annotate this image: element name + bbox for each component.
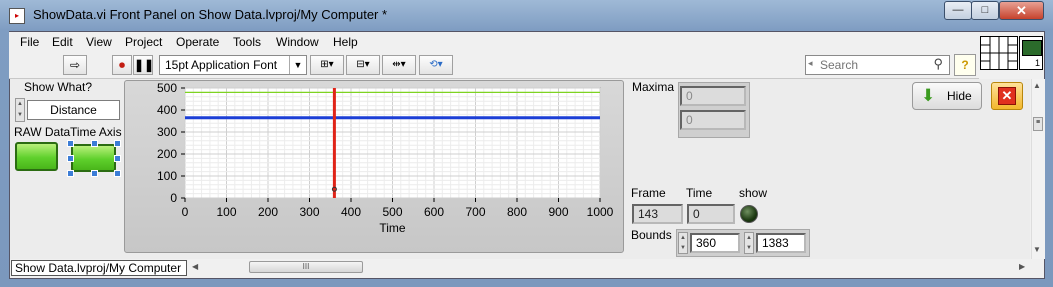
y-tick-label: 0 — [170, 191, 177, 205]
scroll-up-icon[interactable]: ▲ — [1033, 81, 1041, 90]
x-tick-label: 600 — [424, 205, 444, 219]
selection-handle[interactable] — [67, 140, 74, 147]
time-label: Time — [686, 186, 713, 200]
selection-handle[interactable] — [114, 155, 121, 162]
scroll-down-icon[interactable]: ▼ — [1033, 245, 1041, 254]
hide-button-label: Hide — [947, 89, 972, 103]
font-select-value: 15pt Application Font — [165, 58, 278, 72]
abort-icon[interactable]: ⏺ — [112, 55, 132, 75]
reorder-icon[interactable]: ⟲▾ — [419, 55, 453, 75]
array-index-arrows[interactable]: ▲ ▼ — [744, 232, 754, 254]
search-icon[interactable]: ⚲ — [933, 56, 943, 72]
font-select[interactable]: 15pt Application Font ▼ — [159, 55, 307, 75]
close-window-button[interactable]: ✕ — [999, 1, 1044, 20]
window-title: ShowData.vi Front Panel on Show Data.lvp… — [33, 7, 388, 22]
bounds-value-0[interactable]: 360 — [690, 233, 740, 253]
maxima-value-0: 0 — [680, 86, 746, 106]
x-tick-label: 1000 — [587, 205, 614, 219]
vi-icon[interactable]: 1 — [1019, 36, 1043, 70]
pause-icon[interactable]: ❚❚ — [133, 55, 154, 75]
labview-vi-icon[interactable]: ▸ — [9, 8, 25, 24]
maxima-label: Maxima — [632, 80, 675, 94]
menu-edit[interactable]: Edit — [52, 35, 73, 49]
x-tick-label: 300 — [299, 205, 319, 219]
vertical-scrollbar[interactable]: ▲ ≡ ▼ — [1031, 79, 1045, 259]
ring-increment-arrows[interactable]: ▲ ▼ — [15, 98, 25, 122]
connector-pane-icon[interactable] — [980, 36, 1018, 70]
menu-project[interactable]: Project — [125, 35, 162, 49]
menu-tools[interactable]: Tools — [233, 35, 261, 49]
scroll-left-icon[interactable]: ◀ — [192, 262, 198, 271]
y-tick-label: 500 — [157, 81, 177, 95]
graph-plot[interactable]: 0 100 200 300 400 500 600 700 800 900 1000 0 100 200 3… — [124, 80, 624, 253]
distribute-objects-icon[interactable]: ⊟▾ — [346, 55, 380, 75]
y-tick-label: 200 — [157, 147, 177, 161]
show-label: show — [739, 186, 768, 200]
menu-view[interactable]: View — [86, 35, 112, 49]
vertical-scroll-thumb[interactable]: ≡ — [1033, 117, 1043, 131]
menu-file[interactable]: File — [20, 35, 39, 49]
x-tick-label: 800 — [507, 205, 527, 219]
maxima-value-1: 0 — [680, 110, 746, 130]
selection-handle[interactable] — [114, 140, 121, 147]
search-input[interactable] — [820, 57, 920, 73]
scroll-right-icon[interactable]: ▶ — [1019, 262, 1025, 271]
chevron-down-icon: ▼ — [289, 56, 306, 74]
menu-help[interactable]: Help — [333, 35, 358, 49]
menu-operate[interactable]: Operate — [176, 35, 219, 49]
x-axis-title: Time — [379, 221, 406, 235]
close-icon: ✕ — [998, 87, 1016, 105]
monitor-icon — [1022, 40, 1042, 56]
show-what-ring[interactable]: Distance — [27, 100, 120, 120]
download-arrow-icon: ⬇ — [921, 86, 936, 105]
resize-objects-icon[interactable]: ⇹▾ — [382, 55, 416, 75]
frame-label: Frame — [631, 186, 666, 200]
y-tick-label: 100 — [157, 169, 177, 183]
vi-icon-number: 1 — [1034, 58, 1040, 68]
maximize-button[interactable]: □ — [971, 1, 999, 20]
x-tick-label: 400 — [341, 205, 361, 219]
x-tick-label: 200 — [258, 205, 278, 219]
context-help-button[interactable]: ? — [954, 54, 976, 76]
x-tick-label: 0 — [182, 205, 189, 219]
connector-grid — [981, 37, 1017, 69]
time-axis-button[interactable] — [71, 144, 116, 172]
menu-bar: File Edit View Project Operate Tools Win… — [9, 32, 979, 52]
search-arrow-icon: ◂ — [808, 58, 813, 68]
search-box[interactable]: ◂ ⚲ — [805, 55, 950, 75]
minimize-button[interactable]: — — [944, 1, 972, 20]
menu-window[interactable]: Window — [276, 35, 319, 49]
stop-button[interactable]: ✕ — [991, 82, 1023, 110]
x-tick-label: 700 — [465, 205, 485, 219]
selection-handle[interactable] — [67, 155, 74, 162]
horizontal-scroll-thumb[interactable]: III — [249, 261, 363, 273]
application-instance-label[interactable]: Show Data.lvproj/My Computer — [11, 260, 187, 276]
selection-handle[interactable] — [91, 170, 98, 177]
raw-data-button[interactable] — [15, 142, 58, 171]
selection-handle[interactable] — [114, 170, 121, 177]
x-tick-label: 500 — [382, 205, 402, 219]
run-arrow-icon[interactable]: ⇨ — [63, 55, 87, 75]
frame-indicator: 143 — [632, 204, 683, 224]
bounds-value-1[interactable]: 1383 — [756, 233, 806, 253]
time-axis-label: Time Axis — [70, 125, 122, 139]
raw-data-label: RAW Data — [14, 125, 71, 139]
array-index-arrows[interactable]: ▲ ▼ — [678, 232, 688, 254]
bounds-label: Bounds — [631, 228, 672, 242]
y-tick-label: 300 — [157, 125, 177, 139]
selection-handle[interactable] — [91, 140, 98, 147]
show-led-indicator — [740, 205, 758, 223]
align-objects-icon[interactable]: ⊞▾ — [310, 55, 344, 75]
x-tick-label: 900 — [548, 205, 568, 219]
show-what-label: Show What? — [24, 80, 93, 94]
selection-handle[interactable] — [67, 170, 74, 177]
hide-button[interactable]: ⬇ Hide — [912, 82, 982, 110]
y-tick-label: 400 — [157, 103, 177, 117]
x-tick-label: 100 — [216, 205, 236, 219]
title-bar[interactable]: ▸ ShowData.vi Front Panel on Show Data.l… — [0, 0, 1053, 30]
time-indicator: 0 — [687, 204, 735, 224]
